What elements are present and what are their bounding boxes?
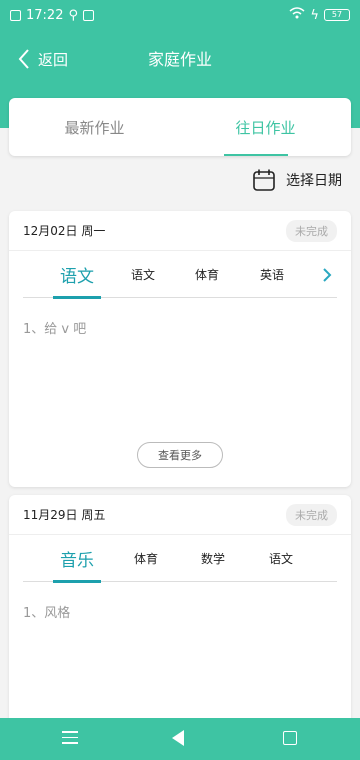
page-title: 家庭作业	[147, 50, 212, 69]
subject-tab-english[interactable]: 英语	[250, 251, 294, 298]
calendar-icon	[253, 169, 275, 191]
date-picker-button[interactable]: 选择日期	[252, 168, 342, 192]
sim-icon	[10, 9, 21, 21]
system-back-icon[interactable]	[172, 730, 184, 746]
subject-tab-chinese[interactable]: 语文	[259, 535, 303, 582]
card-date: 11月29日 周五	[23, 508, 106, 522]
system-navigation-bar	[0, 718, 360, 760]
homework-content: 1、风格	[23, 606, 71, 621]
homework-tabs: 最新作业 往日作业	[9, 98, 351, 156]
homework-content: 1、给 v 吧	[23, 322, 87, 337]
tab-latest-homework[interactable]: 最新作业	[9, 98, 180, 156]
subject-tabs: 音乐 体育 数学 语文	[23, 535, 337, 583]
charging-icon: ϟ	[310, 7, 319, 23]
tab-indicator	[224, 154, 288, 156]
subject-tab-pe[interactable]: 体育	[124, 535, 168, 582]
subject-tab-pe[interactable]: 体育	[185, 251, 229, 298]
status-time: 17:22	[26, 7, 64, 23]
subject-tabs: 语文 语文 体育 英语	[23, 251, 337, 299]
subject-underline	[53, 296, 101, 299]
subject-tab-chinese[interactable]: 语文	[53, 251, 101, 298]
app-header: 返回 家庭作业	[0, 30, 360, 90]
tab-past-homework[interactable]: 往日作业	[180, 98, 351, 156]
subject-tab-chinese-2[interactable]: 语文	[121, 251, 165, 298]
homework-card: 11月29日 周五 未完成 音乐 体育 数学 语文 1、风格	[9, 495, 351, 725]
wifi-icon	[289, 7, 305, 23]
notification-icon	[83, 9, 94, 21]
chevron-right-icon[interactable]	[317, 251, 337, 298]
view-more-button[interactable]: 查看更多	[137, 442, 223, 468]
status-badge: 未完成	[286, 503, 337, 526]
subject-underline	[53, 580, 101, 583]
homework-card: 12月02日 周一 未完成 语文 语文 体育 英语 1、给 v 吧 查看更多	[9, 211, 351, 487]
usb-icon: ⚲	[68, 7, 78, 23]
status-bar: 17:22 ⚲ ϟ 57	[0, 0, 360, 30]
date-picker-label: 选择日期	[286, 173, 342, 189]
subject-tab-music[interactable]: 音乐	[53, 535, 101, 582]
status-badge: 未完成	[286, 219, 337, 242]
menu-icon[interactable]	[62, 731, 78, 745]
home-icon[interactable]	[283, 731, 297, 745]
card-date: 12月02日 周一	[23, 224, 106, 238]
subject-tab-math[interactable]: 数学	[191, 535, 235, 582]
battery-icon: 57	[324, 9, 350, 21]
